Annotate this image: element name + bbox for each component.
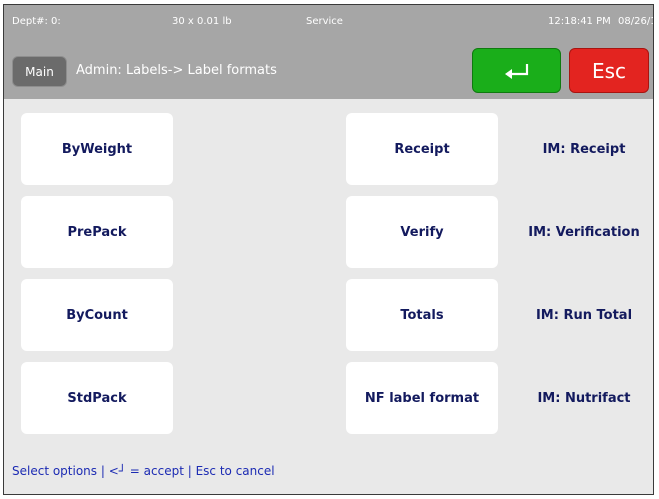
status-bar: Dept#: 0: 30 x 0.01 lb Service 12:18:41 … [4, 5, 653, 43]
footer-hint: Select options | <┘ = accept | Esc to ca… [12, 464, 275, 478]
option-verify-button[interactable]: Verify [346, 196, 498, 268]
weight-indicator: 30 x 0.01 lb [172, 16, 232, 27]
main-button[interactable]: Main [12, 56, 67, 87]
mode-indicator: Service [306, 16, 343, 27]
option-stdpack-button[interactable]: StdPack [21, 362, 173, 434]
scale-screen: Dept#: 0: 30 x 0.01 lb Service 12:18:41 … [3, 4, 654, 495]
clock-time: 12:18:41 PM [548, 16, 611, 27]
option-nf-label-format-button[interactable]: NF label format [346, 362, 498, 434]
nf-label-format-value: IM: Nutrifact [537, 391, 631, 406]
verify-format-value: IM: Verification [528, 225, 640, 240]
clock-date: 08/26/10 [618, 16, 653, 27]
header-bar: Main Admin: Labels-> Label formats Esc [4, 43, 653, 99]
accept-button[interactable] [472, 48, 561, 93]
option-receipt-button[interactable]: Receipt [346, 113, 498, 185]
option-prepack-button[interactable]: PrePack [21, 196, 173, 268]
dept-indicator: Dept#: 0: [12, 16, 61, 27]
option-totals-button[interactable]: Totals [346, 279, 498, 351]
enter-arrow-icon [504, 63, 528, 79]
page-title: Admin: Labels-> Label formats [76, 63, 277, 78]
receipt-format-value: IM: Receipt [542, 142, 626, 157]
option-byweight-button[interactable]: ByWeight [21, 113, 173, 185]
totals-format-value: IM: Run Total [535, 308, 633, 323]
esc-button[interactable]: Esc [569, 48, 649, 93]
option-bycount-button[interactable]: ByCount [21, 279, 173, 351]
